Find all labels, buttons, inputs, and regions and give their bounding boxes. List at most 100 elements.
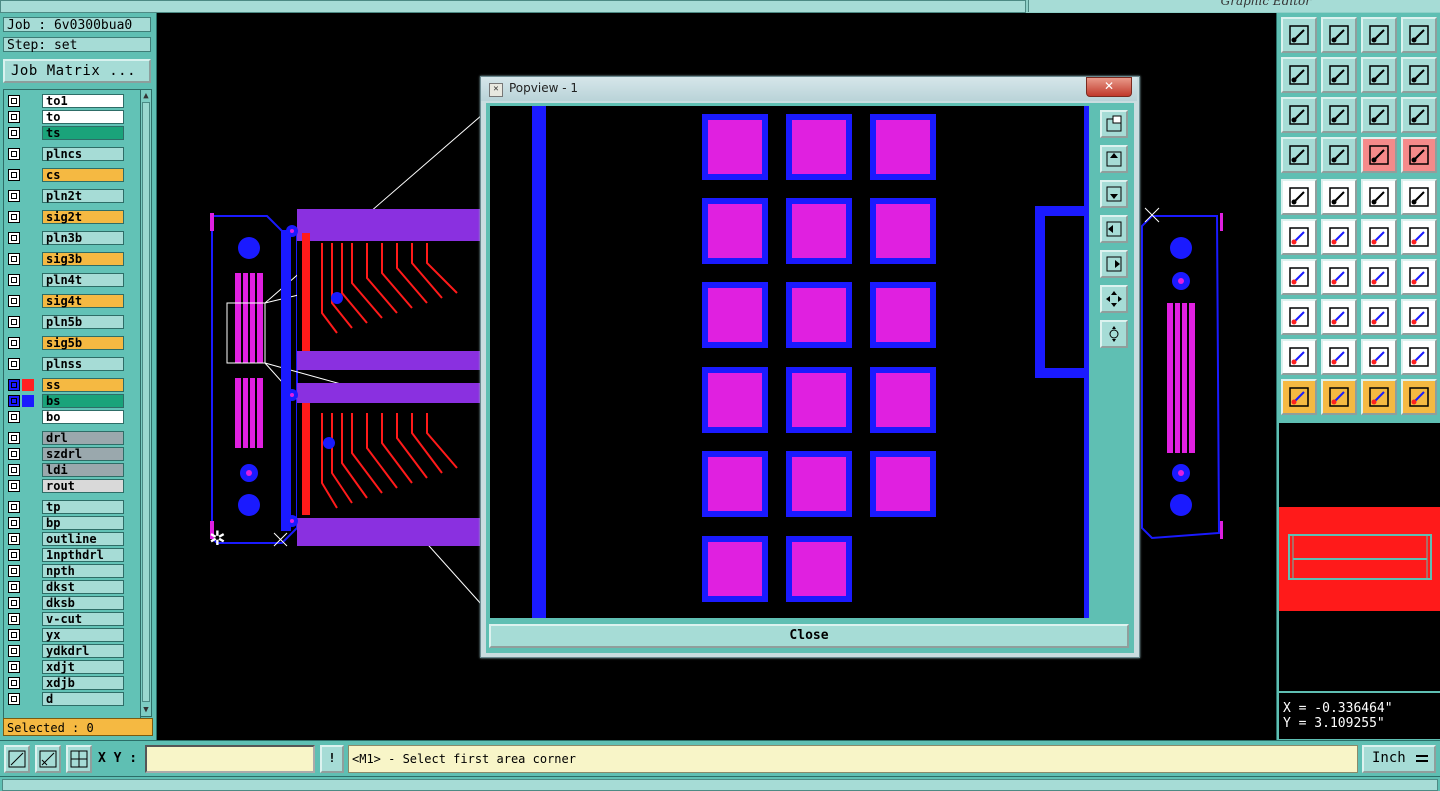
layer-name[interactable]: ldi [42,463,124,477]
layer-checkbox[interactable] [8,501,20,513]
select-box-button[interactable] [1321,379,1357,415]
snap-mode-button[interactable] [4,745,30,773]
layer-checkbox[interactable] [8,597,20,609]
ruler-button[interactable] [1361,179,1397,215]
layer-name[interactable]: 1npthdrl [42,548,124,562]
window-button[interactable] [1401,17,1437,53]
scroll-thumb[interactable] [142,102,150,702]
layer-name[interactable]: outline [42,532,124,546]
undo-zoom-button[interactable] [1361,57,1397,93]
pad-button[interactable] [1281,179,1317,215]
layer-name[interactable]: drl [42,431,124,445]
select-button[interactable] [1281,379,1317,415]
mirror-button[interactable] [1401,259,1437,295]
layer-checkbox[interactable] [8,629,20,641]
layer-checkbox[interactable] [8,379,20,391]
layer-name[interactable]: pln5b [42,315,124,329]
layer-toggle2-button[interactable] [1401,137,1437,173]
layer-checkbox[interactable] [8,190,20,202]
layer-name[interactable]: xdjb [42,676,124,690]
cross-button[interactable] [1321,219,1357,255]
triangle-edit-button[interactable] [1321,339,1357,375]
layer-name[interactable]: sig5b [42,336,124,350]
measure-button[interactable] [1361,299,1397,335]
layer-name[interactable]: rout [42,479,124,493]
layer-name[interactable]: pln4t [42,273,124,287]
layer-checkbox[interactable] [8,232,20,244]
layer-name[interactable]: dkst [42,580,124,594]
layer-checkbox[interactable] [8,432,20,444]
exclamation-button[interactable]: ! [320,745,344,773]
layer-name[interactable]: bp [42,516,124,530]
layer-name[interactable]: ss [42,378,124,392]
layer-name[interactable]: cs [42,168,124,182]
pan-right-button[interactable] [1321,57,1357,93]
layer-name[interactable]: ydkdrl [42,644,124,658]
copy-button[interactable] [1401,299,1437,335]
zoom-down-button[interactable] [1321,17,1357,53]
layer-name[interactable]: npth [42,564,124,578]
rotate-button[interactable] [1361,259,1397,295]
layer-checkbox[interactable] [8,693,20,705]
pv-pan-right-button[interactable] [1100,250,1128,278]
measure-button[interactable] [35,745,61,773]
layer-checkbox[interactable] [8,661,20,673]
arc-button[interactable] [1361,219,1397,255]
snap-button[interactable] [1281,299,1317,335]
layer-checkbox[interactable] [8,613,20,625]
layer-checkbox[interactable] [8,253,20,265]
layer-name[interactable]: tp [42,500,124,514]
layer-checkbox[interactable] [8,411,20,423]
circle-button[interactable] [1401,179,1437,215]
scale-button[interactable] [1361,97,1397,133]
layer-name[interactable]: to [42,110,124,124]
layer-checkbox[interactable] [8,448,20,460]
layer-name[interactable]: sig3b [42,252,124,266]
layer-checkbox[interactable] [8,169,20,181]
units-dropdown[interactable]: Inch [1362,745,1436,773]
layer-name[interactable]: plncs [42,147,124,161]
triangle-del-button[interactable] [1401,339,1437,375]
layer-checkbox[interactable] [8,464,20,476]
connect-button[interactable] [1281,219,1317,255]
layer-name[interactable]: plnss [42,357,124,371]
fit-button[interactable] [1281,97,1317,133]
scroll-up-icon[interactable]: ▲ [142,91,150,101]
layer-name[interactable]: ts [42,126,124,140]
layer-checkbox[interactable] [8,395,20,407]
line-draw-button[interactable] [1321,179,1357,215]
angle-button[interactable] [1281,259,1317,295]
layer-name[interactable]: pln2t [42,189,124,203]
xy-input[interactable] [145,745,315,773]
layer-name[interactable]: bo [42,410,124,424]
layer-checkbox[interactable] [8,211,20,223]
select-poly-button[interactable] [1361,379,1397,415]
grid-button[interactable] [66,745,92,773]
layer-checkbox[interactable] [8,111,20,123]
triangle-button[interactable] [1281,339,1317,375]
layer-checkbox[interactable] [8,480,20,492]
triangle-add-button[interactable] [1361,339,1397,375]
home-button[interactable] [1361,17,1397,53]
layer-name[interactable]: sig2t [42,210,124,224]
layer-name[interactable]: dksb [42,596,124,610]
center-button[interactable] [1321,97,1357,133]
layer-list-scrollbar[interactable]: ▲ ▼ [140,89,152,717]
board-overview[interactable] [1279,423,1440,691]
job-matrix-button[interactable]: Job Matrix ... [3,59,151,83]
layer-checkbox[interactable] [8,337,20,349]
layer-checkbox[interactable] [8,549,20,561]
layer-checkbox[interactable] [8,95,20,107]
layer-name[interactable]: to1 [42,94,124,108]
layer-checkbox[interactable] [8,565,20,577]
help-button[interactable] [1401,97,1437,133]
layer-checkbox[interactable] [8,581,20,593]
popview-titlebar[interactable]: ✕ Popview - 1 ✕ [481,77,1137,101]
popview-close-button[interactable]: Close [489,624,1129,648]
layer-checkbox[interactable] [8,645,20,657]
pv-zoom-home-button[interactable] [1100,110,1128,138]
pv-pan-up-button[interactable] [1100,145,1128,173]
layer-name[interactable]: yx [42,628,124,642]
pv-pan-down-button[interactable] [1100,180,1128,208]
layer-name[interactable]: pln3b [42,231,124,245]
